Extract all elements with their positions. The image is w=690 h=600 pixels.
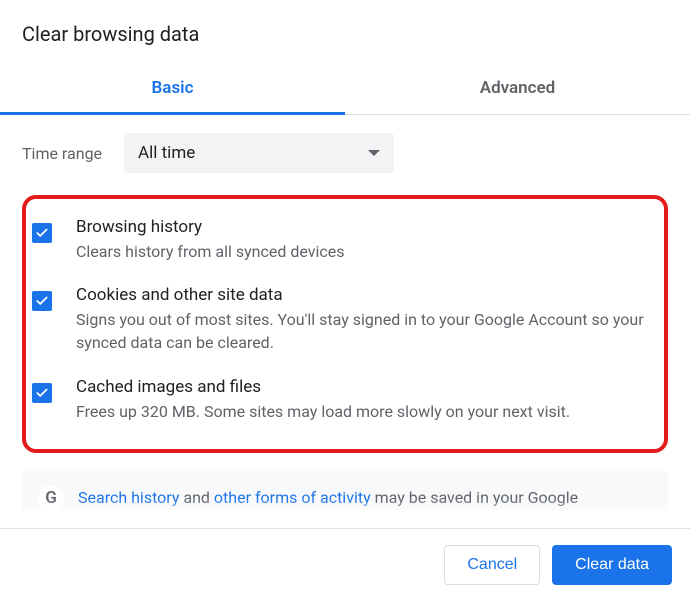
link-search-history[interactable]: Search history <box>78 488 179 507</box>
option-desc: Signs you out of most sites. You'll stay… <box>76 308 646 354</box>
option-desc: Clears history from all synced devices <box>76 240 646 263</box>
dialog-content: Time range All time Browsing history Cle… <box>0 115 690 510</box>
clear-browsing-data-dialog: Clear browsing data Basic Advanced Time … <box>0 0 690 600</box>
info-tail: may be saved in your Google <box>371 488 579 507</box>
tab-bar: Basic Advanced <box>0 64 690 115</box>
option-browsing-history: Browsing history Clears history from all… <box>26 209 664 277</box>
dialog-title: Clear browsing data <box>0 0 690 64</box>
tab-basic[interactable]: Basic <box>0 64 345 114</box>
option-desc: Frees up 320 MB. Some sites may load mor… <box>76 400 646 423</box>
time-range-label: Time range <box>22 144 102 163</box>
option-title: Cookies and other site data <box>76 285 646 305</box>
avatar-letter: G <box>45 488 57 508</box>
check-icon <box>35 294 49 308</box>
tab-advanced-label: Advanced <box>480 78 556 98</box>
tab-advanced[interactable]: Advanced <box>345 64 690 114</box>
tab-basic-label: Basic <box>152 78 194 98</box>
check-icon <box>35 386 49 400</box>
checkbox-cookies[interactable] <box>32 291 52 311</box>
checkbox-cache[interactable] <box>32 383 52 403</box>
checkbox-browsing-history[interactable] <box>32 223 52 243</box>
time-range-select[interactable]: All time <box>124 133 394 173</box>
dialog-footer: Cancel Clear data <box>0 528 690 600</box>
option-text: Browsing history Clears history from all… <box>76 217 646 263</box>
info-row: G Search history and other forms of acti… <box>22 471 668 510</box>
cancel-button[interactable]: Cancel <box>444 545 540 585</box>
option-cookies: Cookies and other site data Signs you ou… <box>26 277 664 368</box>
clear-data-button[interactable]: Clear data <box>552 545 672 585</box>
options-highlight: Browsing history Clears history from all… <box>22 195 668 453</box>
option-text: Cookies and other site data Signs you ou… <box>76 285 646 354</box>
info-text: Search history and other forms of activi… <box>78 488 578 507</box>
time-range-value: All time <box>138 143 195 163</box>
check-icon <box>35 226 49 240</box>
info-mid: and <box>179 488 214 507</box>
option-title: Browsing history <box>76 217 646 237</box>
google-avatar: G <box>38 485 64 510</box>
chevron-down-icon <box>368 150 380 156</box>
option-title: Cached images and files <box>76 377 646 397</box>
option-cache: Cached images and files Frees up 320 MB.… <box>26 369 664 437</box>
link-other-activity[interactable]: other forms of activity <box>214 488 371 507</box>
option-text: Cached images and files Frees up 320 MB.… <box>76 377 646 423</box>
time-range-row: Time range All time <box>22 133 668 173</box>
